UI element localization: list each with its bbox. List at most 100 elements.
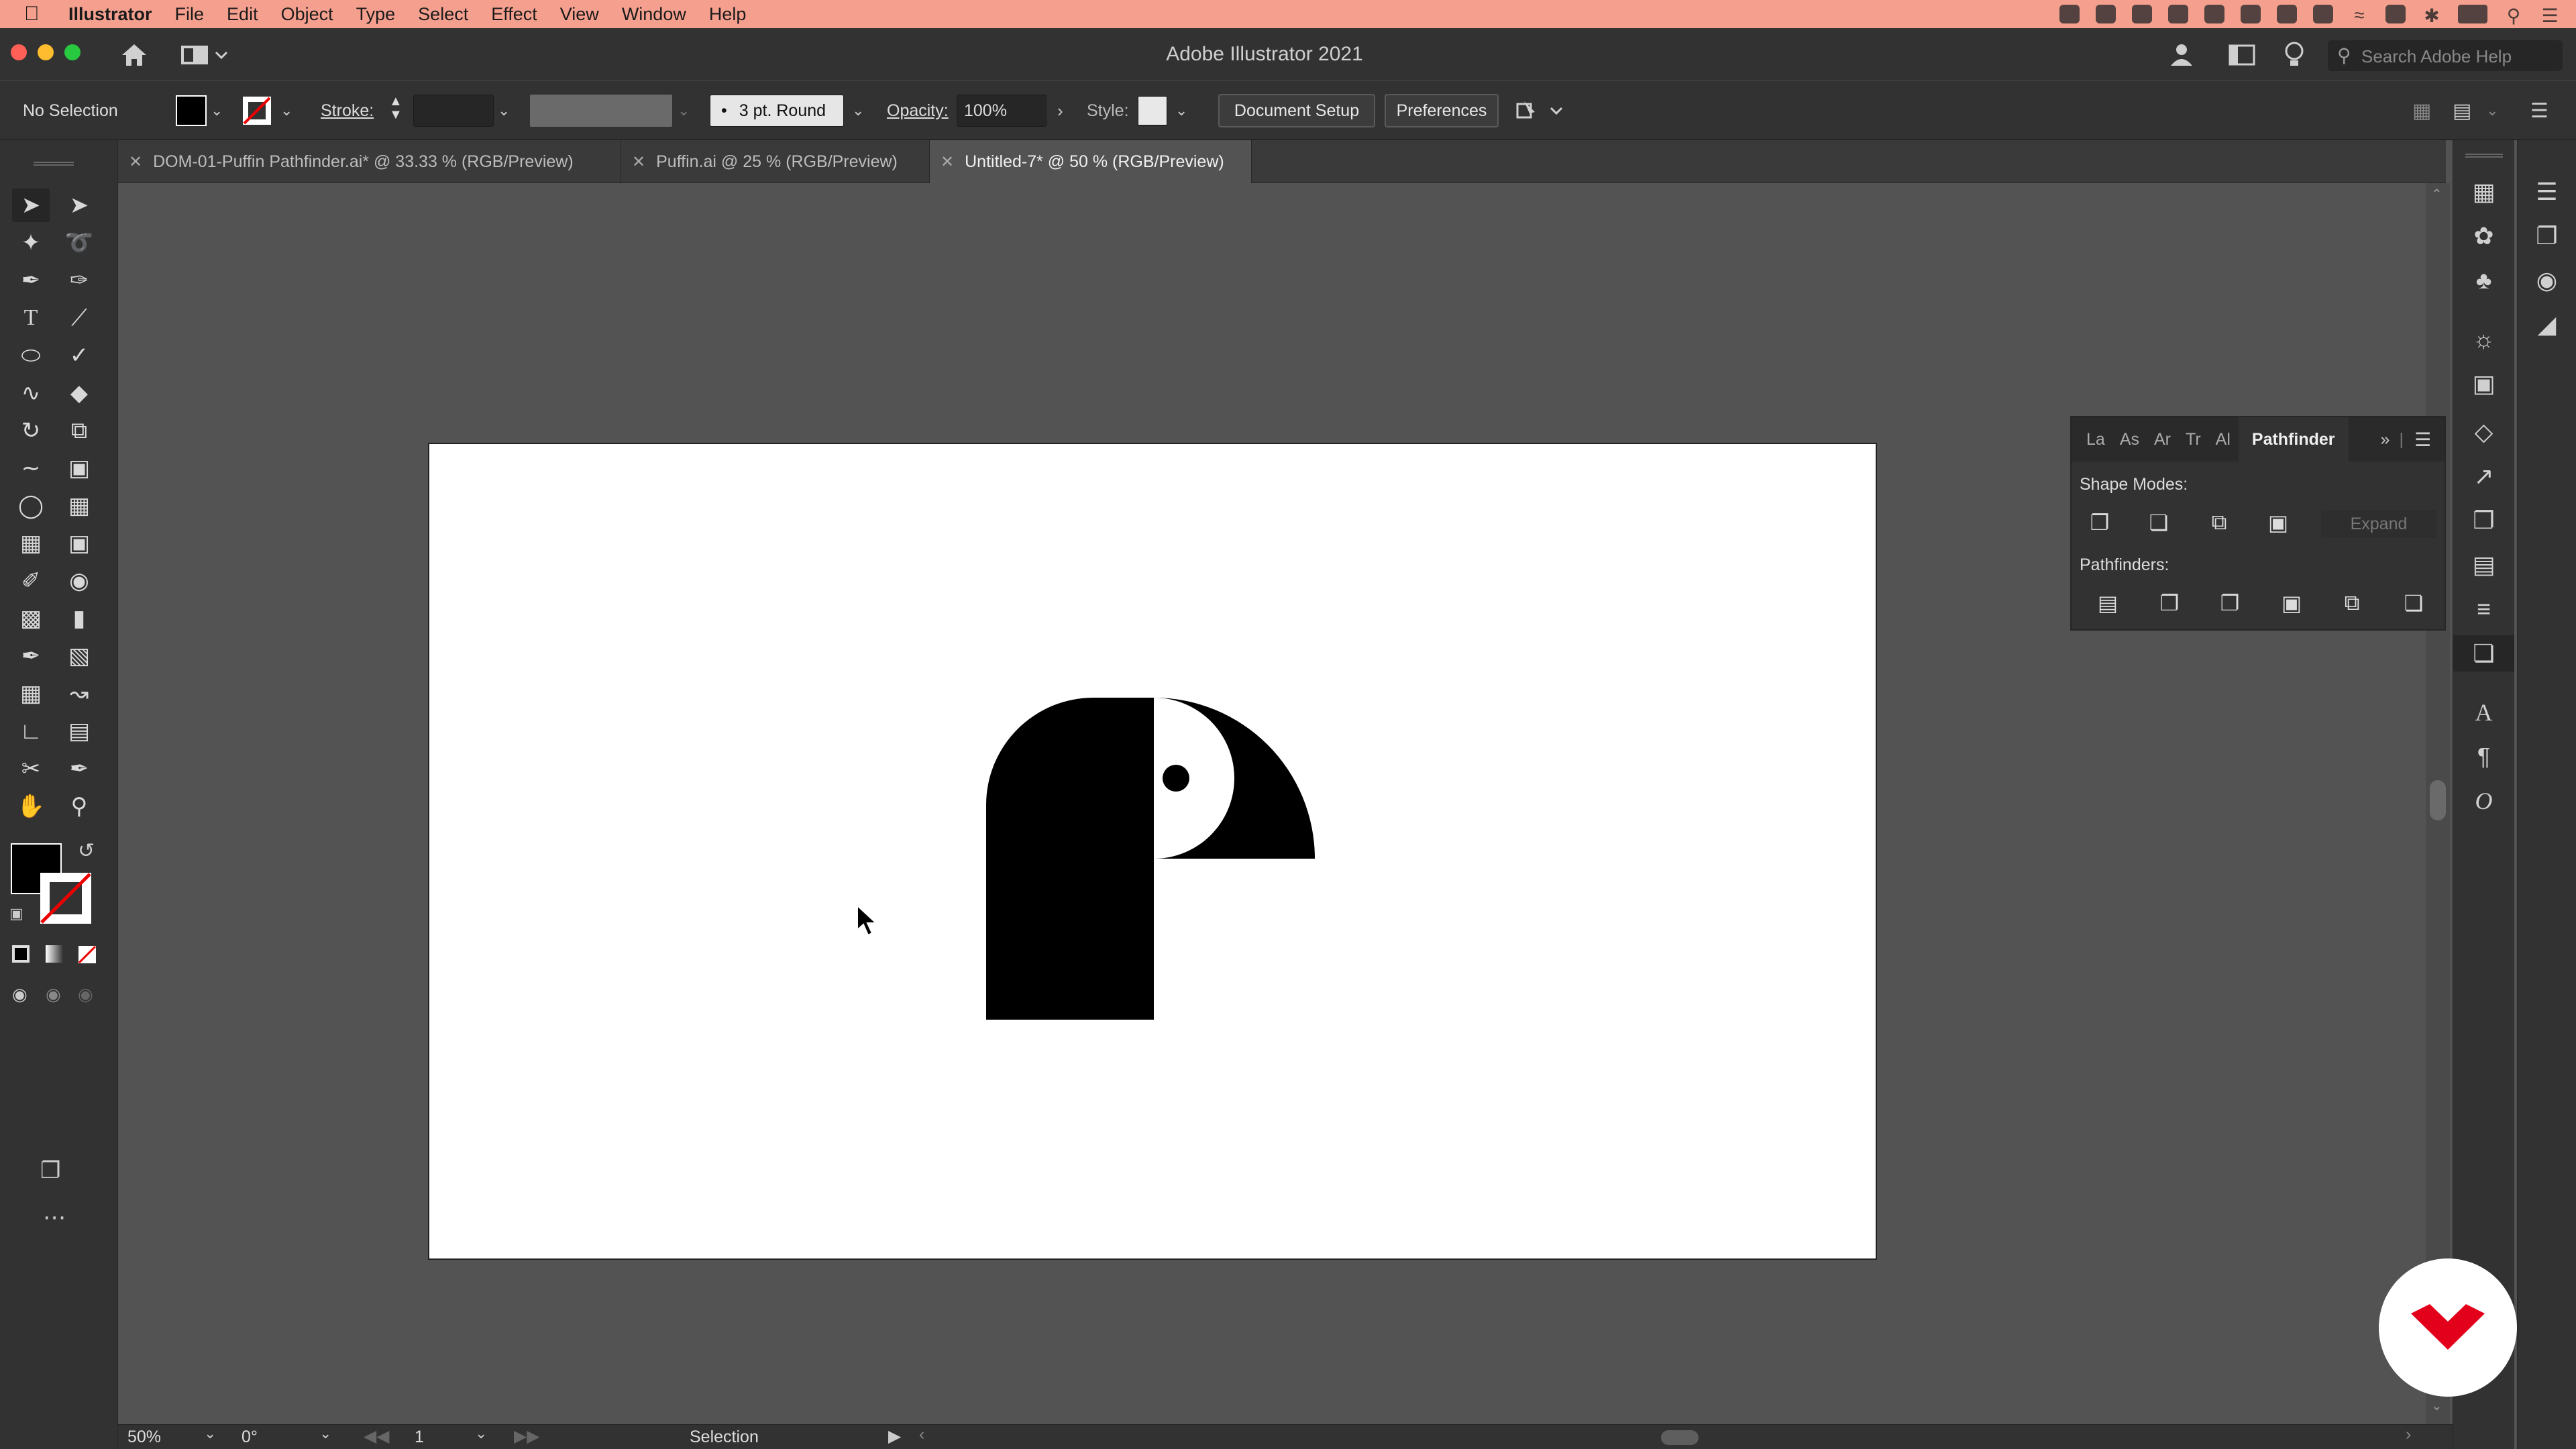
- screen-mode-icon[interactable]: ❐: [40, 1157, 60, 1184]
- symbol-sprayer-tool-icon[interactable]: ▩: [12, 602, 50, 635]
- line-segment-tool-icon[interactable]: ⟋: [60, 301, 98, 335]
- opacity-input[interactable]: 100%: [957, 95, 1046, 127]
- menu-select[interactable]: Select: [418, 4, 468, 25]
- graphic-style-swatch[interactable]: [1138, 96, 1167, 125]
- artboard-number[interactable]: 1: [415, 1428, 424, 1447]
- artboard-dropdown-icon[interactable]: ⌄: [475, 1425, 487, 1442]
- tab-transform[interactable]: Tr: [2186, 430, 2201, 449]
- first-artboard-icon[interactable]: ◀◀: [364, 1426, 389, 1446]
- brush-dropdown-icon[interactable]: ⌄: [852, 95, 864, 127]
- width-tool-icon[interactable]: ∼: [12, 451, 50, 485]
- close-tab-icon[interactable]: ✕: [941, 152, 954, 172]
- tab-puffin-pathfinder[interactable]: ✕ DOM-01-Puffin Pathfinder.ai* @ 33.33 %…: [118, 140, 621, 183]
- preferences-button[interactable]: Preferences: [1385, 94, 1499, 127]
- opacity-label[interactable]: Opacity:: [887, 95, 949, 127]
- toolbar-grip[interactable]: [34, 162, 74, 166]
- minus-front-icon[interactable]: ❏: [2139, 506, 2179, 539]
- select-similar-icon[interactable]: [1515, 99, 1568, 123]
- scale-tool-icon[interactable]: ⧉: [60, 414, 98, 447]
- menu-effect[interactable]: Effect: [491, 4, 537, 25]
- tab-artboards[interactable]: Ar: [2154, 430, 2171, 449]
- shaper-tool-icon[interactable]: ∿: [12, 376, 50, 410]
- zoom-tool-icon[interactable]: ⚲: [60, 790, 98, 823]
- reshape-tool-icon[interactable]: ↝: [60, 677, 98, 710]
- menu-edit[interactable]: Edit: [227, 4, 258, 25]
- outline-icon[interactable]: ⧉: [2332, 586, 2372, 620]
- color-guide-icon[interactable]: ◉: [2518, 262, 2576, 299]
- stroke-label[interactable]: Stroke:: [321, 95, 374, 127]
- divide-icon[interactable]: ▤: [2088, 586, 2128, 620]
- tab-untitled-7[interactable]: ✕ Untitled-7* @ 50 % (RGB/Preview): [930, 140, 1252, 183]
- align-icon[interactable]: ≡: [2453, 591, 2514, 627]
- appearance-icon[interactable]: ☼: [2453, 321, 2514, 358]
- tab-puffin[interactable]: ✕ Puffin.ai @ 25 % (RGB/Preview): [621, 140, 930, 183]
- swap-fill-stroke-icon[interactable]: ↺: [78, 839, 95, 863]
- dock-grip[interactable]: [2465, 154, 2503, 158]
- live-paint-tool-icon[interactable]: ▧: [60, 639, 98, 673]
- help-search-input[interactable]: ⚲ Search Adobe Help: [2328, 40, 2563, 71]
- puffin-artwork[interactable]: [986, 698, 1335, 1020]
- scroll-up-icon[interactable]: ⌃: [2431, 186, 2443, 203]
- menu-file[interactable]: File: [175, 4, 205, 25]
- tab-layers[interactable]: La: [2086, 430, 2105, 449]
- rotation-dropdown-icon[interactable]: ⌄: [319, 1425, 331, 1442]
- minus-back-icon[interactable]: ❏: [2394, 586, 2434, 620]
- collapse-panel-icon[interactable]: »: [2381, 430, 2390, 449]
- graphic-styles-icon[interactable]: ▣: [2453, 366, 2514, 402]
- mesh-tool-icon[interactable]: ▦: [12, 527, 50, 560]
- shape-builder-tool-icon[interactable]: ◯: [12, 489, 50, 523]
- panel-layout-dropdown-icon[interactable]: ⌄: [2486, 95, 2498, 127]
- asset-export-icon[interactable]: ❐: [2518, 218, 2576, 254]
- zoom-level[interactable]: 50%: [127, 1428, 161, 1447]
- control-center-icon[interactable]: ☰: [2540, 5, 2560, 26]
- panel-menu-icon[interactable]: ☰: [2414, 429, 2431, 451]
- eraser-tool-icon[interactable]: ◆: [60, 376, 98, 410]
- transform-icon[interactable]: ▤: [2453, 547, 2514, 583]
- export-icon[interactable]: ↗: [2453, 458, 2514, 494]
- unite-icon[interactable]: ❐: [2080, 506, 2120, 539]
- stroke-color-swatch[interactable]: [39, 871, 93, 925]
- fill-dropdown-icon[interactable]: ⌄: [211, 95, 223, 127]
- selection-tool-icon[interactable]: ➤: [12, 189, 50, 222]
- hand-tool-icon[interactable]: ✋: [12, 790, 50, 823]
- vertical-scrollbar[interactable]: ⌃ ⌄: [2426, 183, 2450, 1424]
- stroke-weight-input[interactable]: [413, 95, 494, 127]
- panel-layout-icon[interactable]: ▤: [2453, 95, 2471, 127]
- status-icon-1[interactable]: [2059, 5, 2080, 23]
- draw-normal-icon[interactable]: ◉: [12, 984, 28, 1005]
- document-setup-button[interactable]: Document Setup: [1218, 94, 1375, 127]
- brush-definition-select[interactable]: • 3 pt. Round: [710, 95, 844, 127]
- opacity-expand-icon[interactable]: ›: [1057, 95, 1063, 127]
- profile-dropdown-icon[interactable]: ⌄: [678, 95, 690, 127]
- flag-icon[interactable]: [2385, 5, 2406, 23]
- status-icon-5[interactable]: [2204, 5, 2224, 23]
- menu-help[interactable]: Help: [709, 4, 747, 25]
- status-icon-2[interactable]: [2096, 5, 2116, 23]
- tab-pathfinder[interactable]: Pathfinder: [2238, 417, 2349, 462]
- type-tool-icon[interactable]: T: [12, 301, 50, 335]
- wifi-icon[interactable]: ≈: [2349, 5, 2369, 25]
- menu-object[interactable]: Object: [281, 4, 333, 25]
- edit-toolbar-icon[interactable]: ⋯: [43, 1204, 66, 1231]
- crop-icon[interactable]: ▣: [2271, 586, 2312, 620]
- current-tool-status[interactable]: Selection: [690, 1428, 759, 1447]
- libraries-icon[interactable]: ▦: [2453, 174, 2514, 210]
- rotate-tool-icon[interactable]: ↻: [12, 414, 50, 447]
- swatches-icon[interactable]: ◢: [2518, 307, 2576, 343]
- trim-icon[interactable]: ❐: [2149, 586, 2190, 620]
- close-tab-icon[interactable]: ✕: [129, 152, 142, 172]
- status-icon-7[interactable]: [2277, 5, 2297, 23]
- discover-bulb-icon[interactable]: [2284, 40, 2305, 70]
- blend-tool-icon[interactable]: ◉: [60, 564, 98, 598]
- stroke-dropdown-icon[interactable]: ⌄: [280, 95, 292, 127]
- spotlight-icon[interactable]: ⚲: [2504, 5, 2524, 26]
- artboard[interactable]: [428, 443, 1877, 1260]
- symbols-icon[interactable]: ♣: [2453, 262, 2514, 299]
- pathfinder-panel-icon[interactable]: ❏: [2453, 635, 2514, 672]
- scroll-down-icon[interactable]: ⌄: [2431, 1397, 2443, 1414]
- hscroll-left-icon[interactable]: ‹: [919, 1425, 924, 1444]
- anchor-point-tool-icon[interactable]: ∟: [12, 714, 50, 748]
- stroke-weight-dropdown-icon[interactable]: ⌄: [498, 95, 510, 127]
- brushes-icon[interactable]: ✿: [2453, 218, 2514, 254]
- status-menu-icon[interactable]: ▶: [888, 1426, 901, 1446]
